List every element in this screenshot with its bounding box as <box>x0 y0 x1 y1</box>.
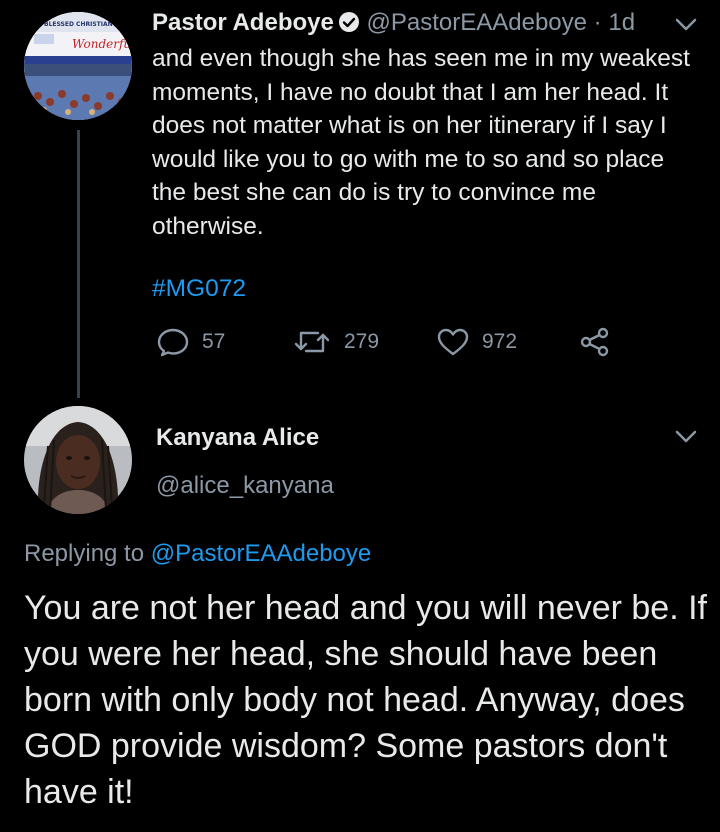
alice-avatar[interactable] <box>24 406 132 514</box>
reply-text: You are not her head and you will never … <box>24 589 707 811</box>
reply-count: 57 <box>202 330 226 353</box>
like-button[interactable]: 972 <box>436 327 517 357</box>
author-handle[interactable]: @PastorEAAdeboye <box>367 9 588 36</box>
reply-author-handle[interactable]: @alice_kanyana <box>156 472 334 500</box>
chevron-down-icon[interactable] <box>675 18 697 32</box>
avatar-title: Wonderful <box>72 37 132 51</box>
retweet-button[interactable]: 279 <box>292 327 379 357</box>
share-button[interactable] <box>578 327 612 357</box>
retweet-icon <box>292 327 332 357</box>
chevron-down-icon[interactable] <box>675 430 697 444</box>
like-count: 972 <box>482 330 518 353</box>
reply-author-name[interactable]: Kanyana Alice <box>156 424 319 452</box>
pastor-avatar[interactable]: BLESSED CHRISTIAN CH Wonderful <box>24 12 132 120</box>
replying-prefix: Replying to <box>24 540 145 567</box>
replying-to-line: Replying to @PastorEAAdeboye <box>24 540 371 568</box>
avatar-caption: BLESSED CHRISTIAN CH <box>44 21 124 28</box>
verified-icon <box>338 11 360 41</box>
tweet-text: and even though she has seen me in my we… <box>152 45 690 240</box>
replying-to-mention[interactable]: @PastorEAAdeboye <box>151 540 372 567</box>
share-icon <box>578 327 612 357</box>
tweet-timestamp[interactable]: 1d <box>608 9 635 36</box>
author-name[interactable]: Pastor Adeboye <box>152 9 334 36</box>
separator-dot: · <box>593 9 602 36</box>
tweet-header: Pastor Adeboye @PastorEAAdeboye · 1d <box>152 8 635 41</box>
reply-button[interactable]: 57 <box>156 327 225 357</box>
thread-line <box>77 130 80 398</box>
reply-icon <box>156 327 190 357</box>
hashtag-link[interactable]: #MG072 <box>152 273 246 305</box>
like-icon <box>436 327 470 357</box>
retweet-count: 279 <box>344 330 380 353</box>
